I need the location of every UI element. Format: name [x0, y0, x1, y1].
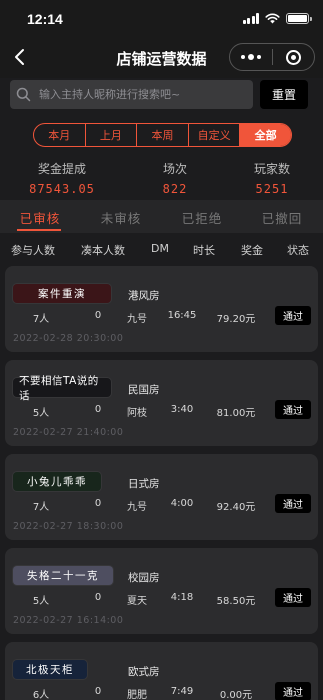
room-name: 欧式房	[128, 666, 160, 678]
battery-icon	[286, 13, 312, 24]
stat-label: 玩家数	[253, 162, 291, 176]
nav-bar: 店铺运营数据	[0, 38, 323, 78]
approve-button[interactable]: 通过	[275, 682, 311, 700]
record-list: 案件重演 港风房 7人 0 九号 16:45 79.20元 通过 2022-02…	[0, 266, 323, 700]
signal-icon	[242, 13, 259, 24]
player-count: 7人	[32, 502, 50, 513]
player-count: 5人	[32, 596, 50, 607]
column-header-players: 参与人数	[11, 244, 55, 257]
bonus: 92.40元	[216, 502, 256, 513]
record-date: 2022-02-27 21:40:00	[13, 427, 124, 438]
period-filter: 本月 上月 本周 自定义 全部	[33, 123, 292, 147]
column-headers: 参与人数 凑本人数 DM 时长 奖金 状态	[0, 233, 323, 263]
dm-name: 阿枝	[127, 408, 147, 419]
reset-button[interactable]: 重置	[260, 80, 308, 109]
column-header-dm: DM	[151, 242, 169, 255]
room-name: 校园房	[128, 572, 160, 584]
record-card[interactable]: 北极天柜 欧式房 6人 0 肥肥 7:49 0.00元 通过	[5, 642, 318, 700]
dm-name: 夏天	[127, 596, 147, 607]
search-row: 重置	[0, 78, 323, 114]
duration: 16:45	[167, 310, 197, 321]
dm-name: 九号	[127, 502, 147, 513]
script-badge: 北极天柜	[13, 660, 87, 679]
stat-bonus: 奖金提成 87543.05	[29, 160, 95, 196]
record-card[interactable]: 案件重演 港风房 7人 0 九号 16:45 79.20元 通过 2022-02…	[5, 266, 318, 352]
bonus: 81.00元	[216, 408, 256, 419]
duration: 4:18	[170, 592, 194, 603]
stat-players: 玩家数 5251	[254, 160, 290, 196]
room-name: 日式房	[128, 478, 160, 490]
status-time: 12:14	[27, 11, 63, 27]
period-tab-all[interactable]: 全部	[240, 124, 291, 146]
duration: 7:49	[170, 686, 194, 697]
status-icons	[242, 13, 312, 24]
extra-count: 0	[94, 404, 102, 415]
stat-label: 奖金提成	[37, 162, 87, 176]
column-header-status: 状态	[287, 244, 309, 257]
period-tab-custom[interactable]: 自定义	[189, 124, 241, 146]
stat-value: 5251	[255, 182, 289, 196]
approve-button[interactable]: 通过	[275, 306, 311, 325]
record-card[interactable]: 小兔儿乖乖 日式房 7人 0 九号 4:00 92.40元 通过 2022-02…	[5, 454, 318, 540]
approve-button[interactable]: 通过	[275, 588, 311, 607]
dm-name: 九号	[127, 314, 147, 325]
bonus: 0.00元	[219, 690, 253, 700]
column-header-bonus: 奖金	[241, 244, 263, 257]
period-tab-last-month[interactable]: 上月	[86, 124, 138, 146]
extra-count: 0	[94, 498, 102, 509]
period-tab-this-month[interactable]: 本月	[34, 124, 86, 146]
mini-program-capsule	[229, 43, 315, 71]
tab-reviewed[interactable]: 已审核	[20, 208, 61, 227]
tab-unreviewed[interactable]: 未审核	[101, 208, 142, 227]
stat-label: 场次	[162, 162, 187, 176]
extra-count: 0	[94, 310, 102, 321]
script-badge: 案件重演	[13, 284, 111, 303]
summary-stats: 奖金提成 87543.05 场次 822 玩家数 5251	[0, 160, 323, 198]
room-name: 港风房	[128, 290, 160, 302]
dm-name: 肥肥	[127, 690, 147, 700]
record-card[interactable]: 不要相信TA说的话 民国房 5人 0 阿枝 3:40 81.00元 通过 202…	[5, 360, 318, 446]
player-count: 5人	[32, 408, 50, 419]
record-date: 2022-02-27 16:14:00	[13, 615, 124, 626]
extra-count: 0	[94, 686, 102, 697]
active-tab-indicator	[17, 229, 61, 231]
more-icon[interactable]	[230, 44, 272, 70]
search-box	[10, 80, 253, 109]
record-date: 2022-02-28 20:30:00	[13, 333, 124, 344]
bonus: 79.20元	[216, 314, 256, 325]
room-name: 民国房	[128, 384, 160, 396]
wifi-icon	[265, 13, 280, 24]
player-count: 6人	[32, 690, 50, 700]
period-tab-this-week[interactable]: 本周	[137, 124, 189, 146]
script-badge: 小兔儿乖乖	[13, 472, 101, 491]
column-header-extra: 凑本人数	[81, 244, 125, 257]
stat-value: 87543.05	[29, 182, 95, 196]
tab-rejected[interactable]: 已拒绝	[182, 208, 223, 227]
extra-count: 0	[94, 592, 102, 603]
approve-button[interactable]: 通过	[275, 400, 311, 419]
approve-button[interactable]: 通过	[275, 494, 311, 513]
record-card[interactable]: 失格二十一克 校园房 5人 0 夏天 4:18 58.50元 通过 2022-0…	[5, 548, 318, 634]
tab-withdrawn[interactable]: 已撤回	[262, 208, 303, 227]
player-count: 7人	[32, 314, 50, 325]
column-header-duration: 时长	[193, 244, 215, 257]
script-badge: 失格二十一克	[13, 566, 113, 585]
stat-value: 822	[162, 182, 188, 196]
bonus: 58.50元	[216, 596, 256, 607]
search-icon	[16, 87, 31, 102]
duration: 4:00	[170, 498, 194, 509]
review-status-tabs: 已审核 未审核 已拒绝 已撤回	[0, 200, 323, 233]
stat-sessions: 场次 822	[163, 160, 188, 196]
duration: 3:40	[170, 404, 194, 415]
record-date: 2022-02-27 18:30:00	[13, 521, 124, 532]
status-bar: 12:14	[0, 0, 323, 38]
search-input[interactable]	[39, 88, 239, 101]
script-badge: 不要相信TA说的话	[13, 375, 111, 402]
close-target-icon[interactable]	[273, 44, 315, 70]
